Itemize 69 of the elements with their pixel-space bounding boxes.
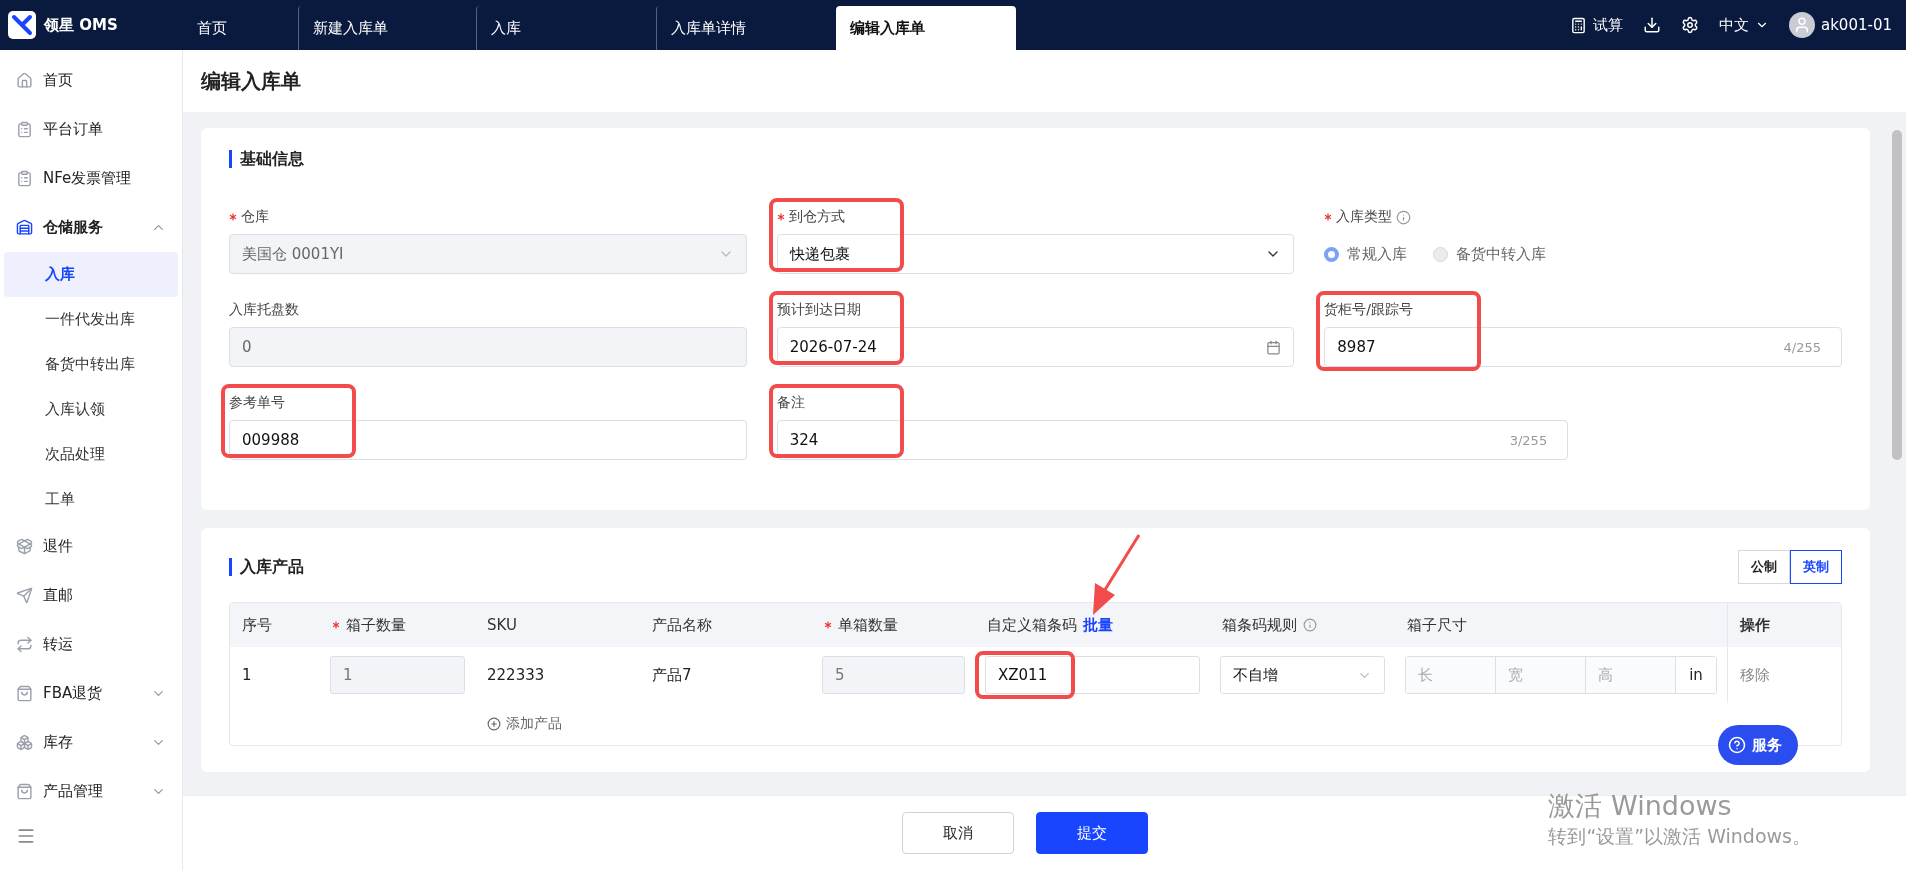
sidebar-subitem[interactable]: 备货中转出库 bbox=[4, 342, 178, 387]
activation-text: 转到“设置”以激活 Windows。 bbox=[1548, 824, 1811, 849]
column-header: 产品名称 bbox=[651, 614, 713, 636]
activation-title: 激活 Windows bbox=[1548, 789, 1733, 823]
field-label: 备注 bbox=[776, 394, 806, 412]
char-counter: 4/255 bbox=[1783, 339, 1821, 355]
radio-option[interactable]: 备货中转入库 bbox=[1433, 244, 1547, 264]
text-area[interactable]: 8987 4/255 bbox=[1324, 327, 1842, 367]
sidebar-subitem[interactable]: 入库 bbox=[4, 252, 178, 297]
input-field[interactable]: 1 bbox=[330, 656, 465, 694]
input-field[interactable]: XZ011 bbox=[985, 656, 1200, 694]
tab[interactable]: 首页 bbox=[183, 6, 298, 50]
text-area[interactable]: 324 3/255 bbox=[776, 420, 1569, 460]
column-header: 箱条码规则 bbox=[1210, 603, 1395, 647]
sidebar-item[interactable]: 平台订单 bbox=[4, 105, 178, 154]
field-label: 预计到达日期 bbox=[776, 301, 862, 319]
section-title: 入库产品 bbox=[229, 558, 304, 576]
submit-button[interactable]: 提交 bbox=[1035, 812, 1148, 854]
sidebar-item[interactable]: 产品管理 bbox=[4, 767, 178, 816]
column-header: 箱子尺寸 bbox=[1406, 614, 1468, 636]
section-title: 基础信息 bbox=[229, 150, 304, 168]
field-label: 货柜号/跟踪号 bbox=[1324, 301, 1415, 319]
tab[interactable]: 编辑入库单 bbox=[836, 6, 1016, 50]
column-header: 自定义箱条码 批量 bbox=[975, 603, 1210, 647]
radio-option[interactable]: 常规入库 bbox=[1324, 244, 1408, 264]
app-name: 领星 OMS bbox=[44, 15, 118, 35]
cancel-button[interactable]: 取消 bbox=[901, 812, 1014, 854]
input-field[interactable]: 009988 bbox=[229, 420, 747, 460]
sidebar-item[interactable]: 首页 bbox=[4, 56, 178, 105]
field-label: 参考单号 bbox=[229, 394, 286, 412]
column-header: 操作 bbox=[1727, 603, 1841, 647]
sidebar-subitem[interactable]: 次品处理 bbox=[4, 432, 178, 477]
batch-link[interactable]: 批量 bbox=[1083, 615, 1113, 635]
service-button[interactable]: 服务 bbox=[1718, 725, 1798, 765]
field-label: 入库托盘数 bbox=[229, 301, 300, 319]
page-title: 编辑入库单 bbox=[201, 67, 301, 95]
unit-toggle[interactable]: 公制 bbox=[1738, 550, 1790, 584]
sidebar-item[interactable]: FBA退货 bbox=[4, 669, 178, 718]
field-label: 入库类型 bbox=[1324, 208, 1842, 226]
column-header: 单箱数量 bbox=[812, 603, 975, 647]
sidebar-item[interactable]: 转运 bbox=[4, 620, 178, 669]
sidebar-item[interactable]: 退件 bbox=[4, 522, 178, 571]
table-cell-text: 产品7 bbox=[651, 665, 693, 685]
sidebar-item[interactable]: NFe发票管理 bbox=[4, 154, 178, 203]
input-field[interactable]: 5 bbox=[822, 656, 965, 694]
unit-toggle[interactable]: 英制 bbox=[1790, 550, 1842, 584]
dimension-field[interactable]: 长 宽 高 in bbox=[1405, 656, 1717, 694]
trial-button[interactable]: 试算 bbox=[1570, 15, 1623, 35]
add-product-link[interactable]: 添加产品 bbox=[487, 715, 562, 733]
column-header: SKU bbox=[486, 615, 518, 636]
column-header: 序号 bbox=[241, 614, 273, 636]
date-field[interactable]: 2026-07-24 bbox=[776, 327, 1295, 367]
sidebar-subitem[interactable]: 入库认领 bbox=[4, 387, 178, 432]
user-menu[interactable]: ak001-01 bbox=[1789, 12, 1892, 38]
table-cell-text: 1 bbox=[241, 666, 253, 684]
table-cell-text: 222333 bbox=[486, 666, 546, 684]
select-field[interactable]: 快递包裹 bbox=[776, 234, 1295, 274]
field-label: 到仓方式 bbox=[776, 208, 1295, 226]
sidebar-subitem[interactable]: 工单 bbox=[4, 477, 178, 522]
select-field[interactable]: 不自增 bbox=[1220, 656, 1385, 694]
remove-link[interactable]: 移除 bbox=[1740, 665, 1770, 685]
field-label: 仓库 bbox=[229, 208, 747, 226]
sidebar-item[interactable]: 库存 bbox=[4, 718, 178, 767]
char-counter: 3/255 bbox=[1509, 432, 1548, 448]
language-dropdown[interactable]: 中文 bbox=[1719, 15, 1769, 35]
sidebar-item[interactable]: 直邮 bbox=[4, 571, 178, 620]
column-header: 箱子数量 bbox=[320, 603, 475, 647]
sidebar-subitem[interactable]: 一件代发出库 bbox=[4, 297, 178, 342]
sidebar-item[interactable]: 仓储服务 bbox=[4, 203, 178, 252]
